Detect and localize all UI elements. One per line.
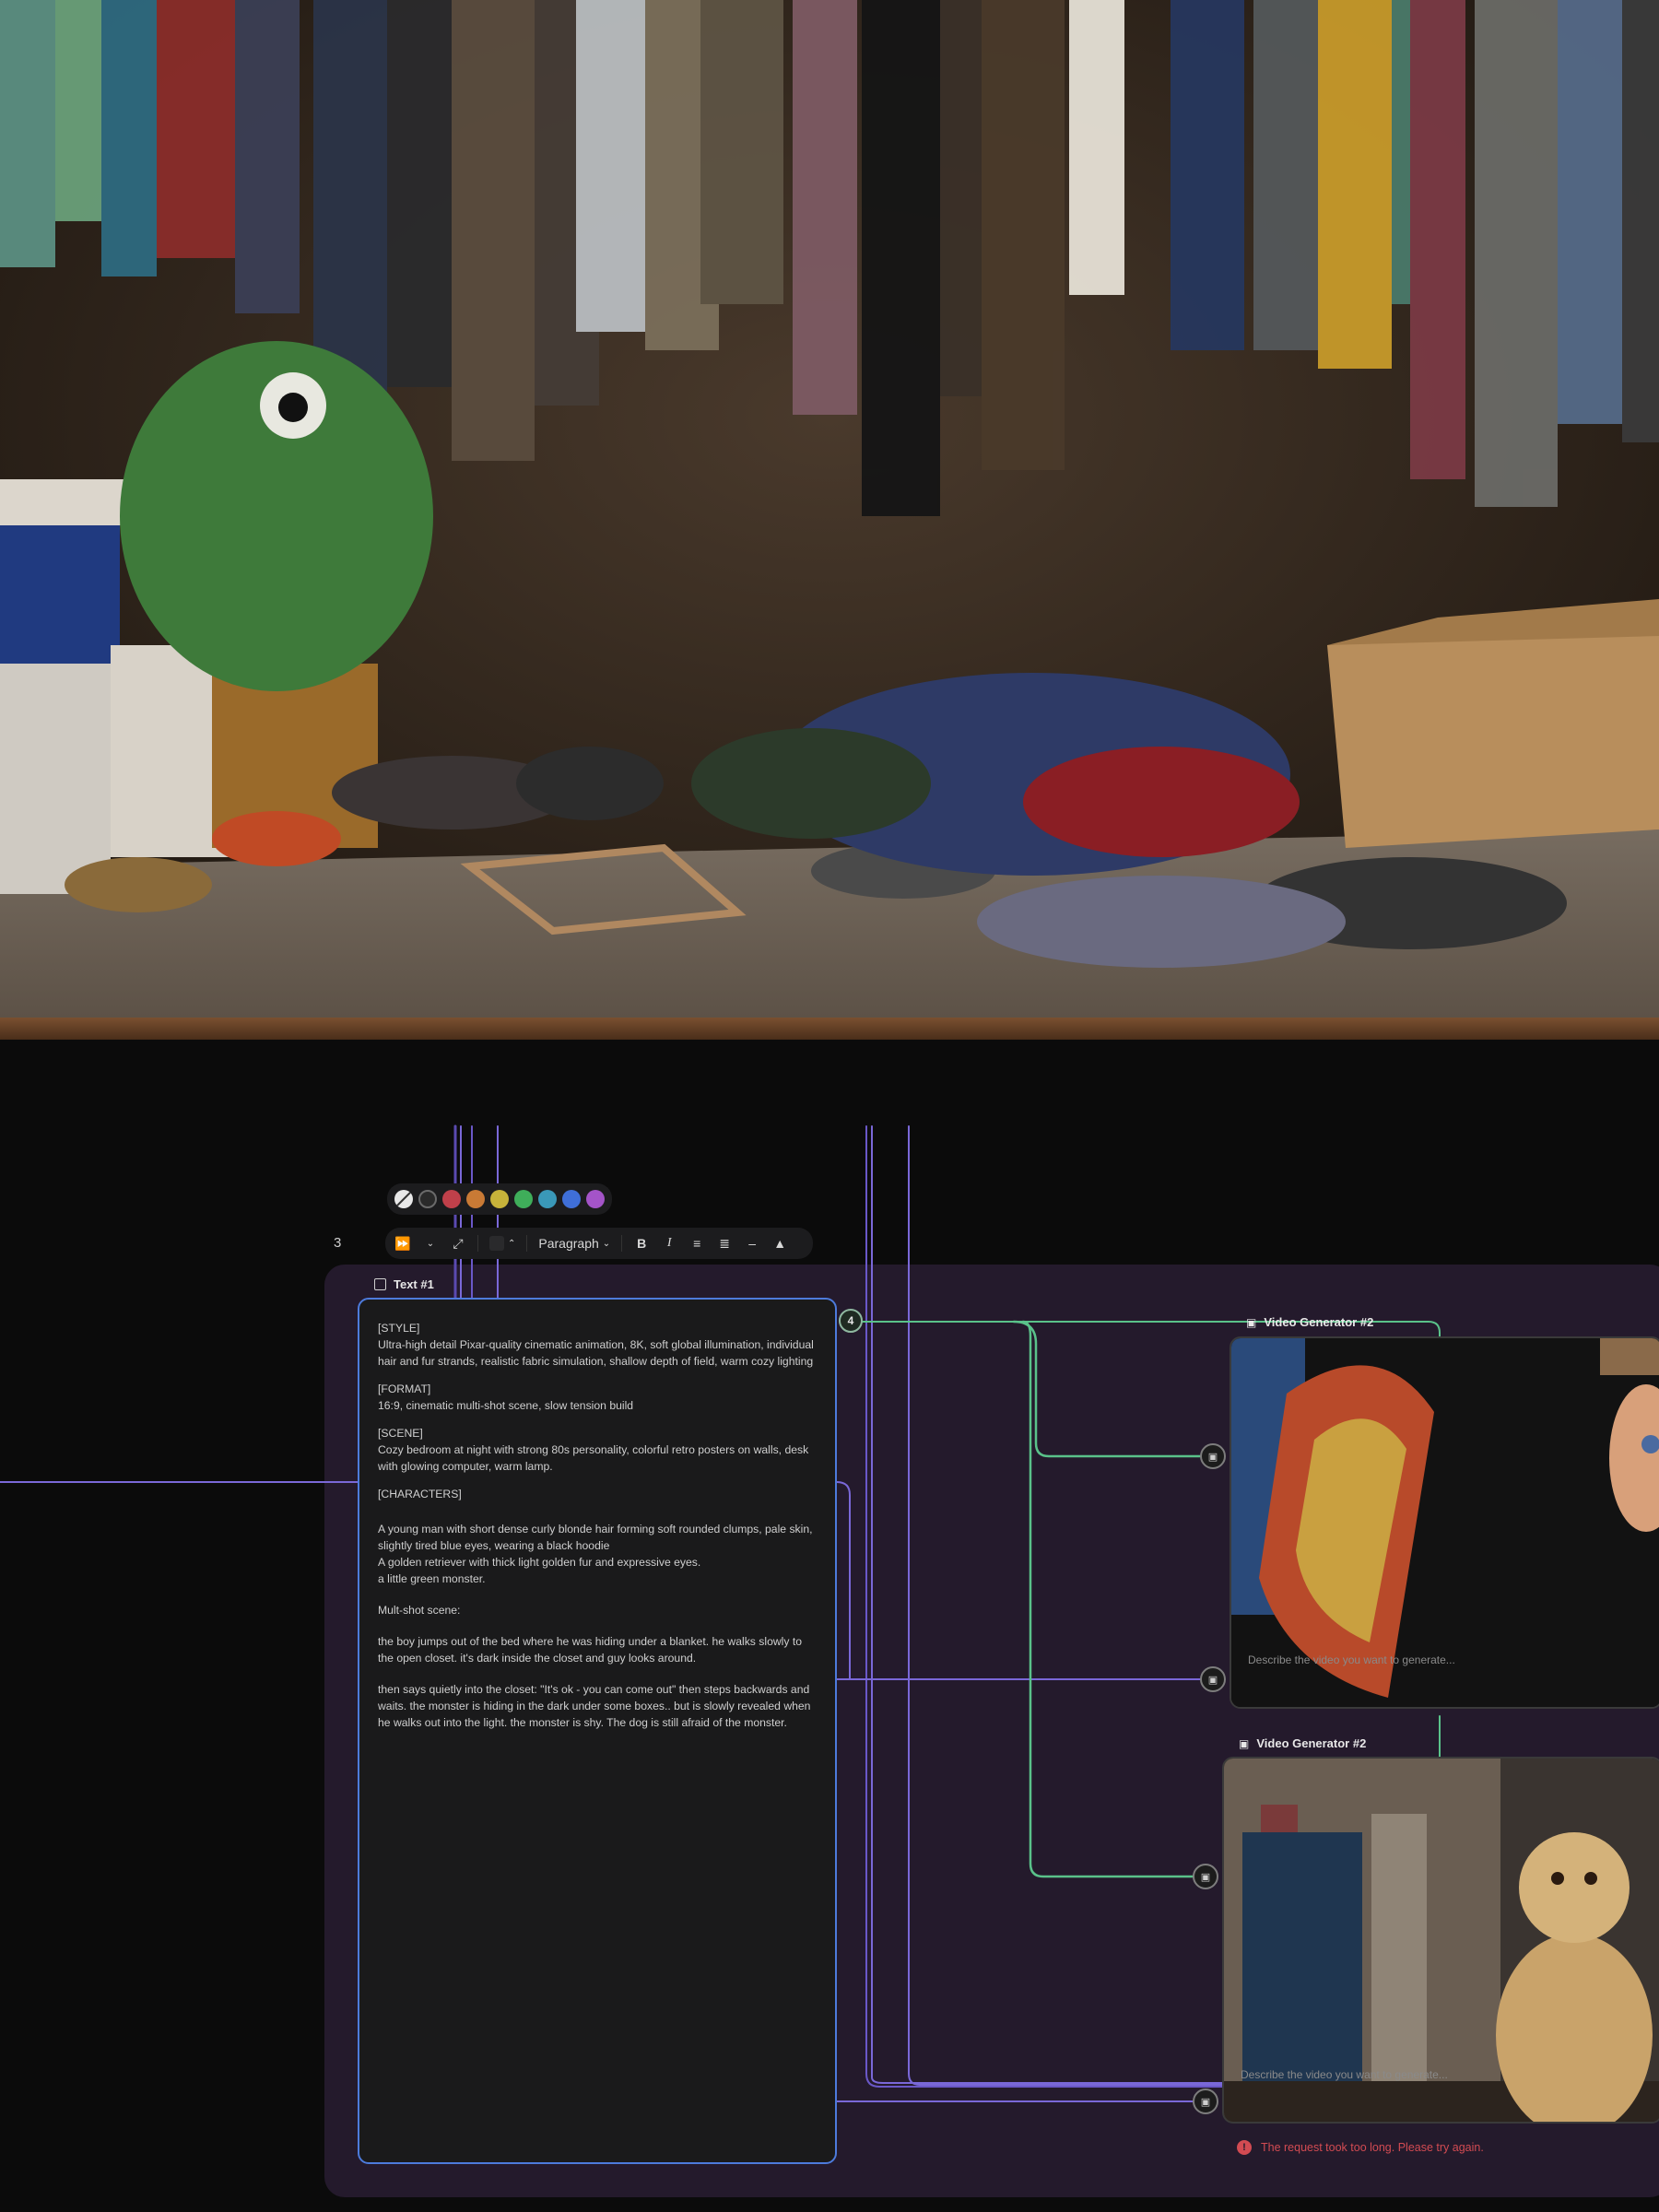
- text-node-card[interactable]: [STYLE] Ultra-high detail Pixar-quality …: [358, 1298, 837, 2164]
- swatch-yellow[interactable]: [490, 1190, 509, 1208]
- video-generator-title[interactable]: ▣ Video Generator #2: [1246, 1315, 1373, 1329]
- text-paragraph: the boy jumps out of the bed where he wa…: [378, 1635, 806, 1665]
- alert-icon: !: [1237, 2140, 1252, 2155]
- vg1-image-input-port[interactable]: ▣: [1200, 1666, 1226, 1692]
- paragraph-style-select[interactable]: Paragraph ⌄: [538, 1233, 610, 1253]
- video-generator-card[interactable]: Describe the video you want to generate.…: [1222, 1757, 1659, 2124]
- horizontal-rule-icon[interactable]: –: [744, 1233, 760, 1253]
- swatch-teal[interactable]: [538, 1190, 557, 1208]
- error-message: ! The request took too long. Please try …: [1237, 2140, 1484, 2155]
- video-generator-title[interactable]: ▣ Video Generator #2: [1239, 1736, 1366, 1750]
- error-message-text: The request took too long. Please try ag…: [1261, 2141, 1484, 2154]
- numbered-list-icon[interactable]: ≣: [716, 1233, 733, 1253]
- hierarchy-icon[interactable]: ▲: [771, 1233, 788, 1253]
- vg2-image-input-port[interactable]: ▣: [1193, 2088, 1218, 2114]
- text-paragraph: then says quietly into the closet: "It's…: [378, 1683, 814, 1729]
- swatch-purple[interactable]: [586, 1190, 605, 1208]
- video-camera-icon: ▣: [1239, 1736, 1250, 1750]
- text-paragraph: [CHARACTERS]: [378, 1488, 462, 1500]
- fast-forward-icon[interactable]: ⏩: [394, 1233, 411, 1253]
- chevron-down-icon[interactable]: ⌄: [422, 1233, 439, 1253]
- swatch-green[interactable]: [514, 1190, 533, 1208]
- text-paragraph: Mult-shot scene:: [378, 1604, 461, 1617]
- output-count-badge[interactable]: 4: [839, 1309, 863, 1333]
- paragraph-style-label: Paragraph: [538, 1236, 599, 1251]
- bullet-list-icon[interactable]: ≡: [688, 1233, 705, 1253]
- text-paragraph: [STYLE] Ultra-high detail Pixar-quality …: [378, 1322, 814, 1368]
- edge-purple-vertical-1: [865, 1125, 1227, 2088]
- edge-purple-vertical-3: [908, 1125, 1227, 2086]
- node-color-select[interactable]: ⌃: [489, 1233, 515, 1253]
- text-paragraph: A young man with short dense curly blond…: [378, 1523, 813, 1585]
- video-generator-title-label: Video Generator #2: [1264, 1315, 1374, 1329]
- toolbar-divider: [526, 1235, 528, 1252]
- bold-icon[interactable]: B: [633, 1233, 650, 1253]
- toolbar-divider: [477, 1235, 478, 1252]
- video-camera-icon: ▣: [1246, 1315, 1257, 1329]
- swatch-blue[interactable]: [562, 1190, 581, 1208]
- edge-green-to-vg1: [1012, 1320, 1202, 1458]
- video-generator-title-label: Video Generator #2: [1256, 1736, 1367, 1750]
- edge-purple-vertical-2: [871, 1125, 1227, 2084]
- vg2-text-input-port[interactable]: ▣: [1193, 1864, 1218, 1889]
- chevron-up-icon: ⌃: [508, 1238, 516, 1249]
- text-node-icon: [374, 1278, 386, 1290]
- edge-card-branch: [836, 1481, 851, 1680]
- toolbar-divider: [621, 1235, 623, 1252]
- swatch-orange[interactable]: [466, 1190, 485, 1208]
- swatch-none[interactable]: [394, 1190, 413, 1208]
- swatch-red[interactable]: [442, 1190, 461, 1208]
- text-node-title[interactable]: Text #1: [374, 1277, 434, 1291]
- no-color-slash-icon: [394, 1190, 413, 1208]
- text-node-title-label: Text #1: [394, 1277, 434, 1291]
- vg1-text-input-port[interactable]: ▣: [1200, 1443, 1226, 1469]
- chevron-down-icon: ⌄: [602, 1238, 611, 1249]
- italic-icon[interactable]: I: [661, 1233, 677, 1253]
- video-generator-card[interactable]: Describe the video you want to generate.…: [1230, 1336, 1659, 1709]
- swatch-black[interactable]: [418, 1190, 437, 1208]
- text-paragraph: [SCENE] Cozy bedroom at night with stron…: [378, 1427, 809, 1473]
- edge-green-to-vg2: [1021, 1320, 1194, 1878]
- video-prompt-placeholder[interactable]: Describe the video you want to generate.…: [1241, 2068, 1448, 2081]
- expand-icon[interactable]: ⤢: [450, 1233, 466, 1253]
- layer-number: 3: [334, 1235, 342, 1251]
- format-toolbar: ⏩ ⌄ ⤢ ⌃ Paragraph ⌄ B I ≡ ≣ – ▲: [385, 1228, 813, 1259]
- video-prompt-placeholder[interactable]: Describe the video you want to generate.…: [1248, 1653, 1455, 1666]
- color-picker-toolbar: [387, 1183, 612, 1215]
- text-paragraph: [FORMAT] 16:9, cinematic multi-shot scen…: [378, 1382, 634, 1412]
- color-square-icon: [489, 1236, 504, 1251]
